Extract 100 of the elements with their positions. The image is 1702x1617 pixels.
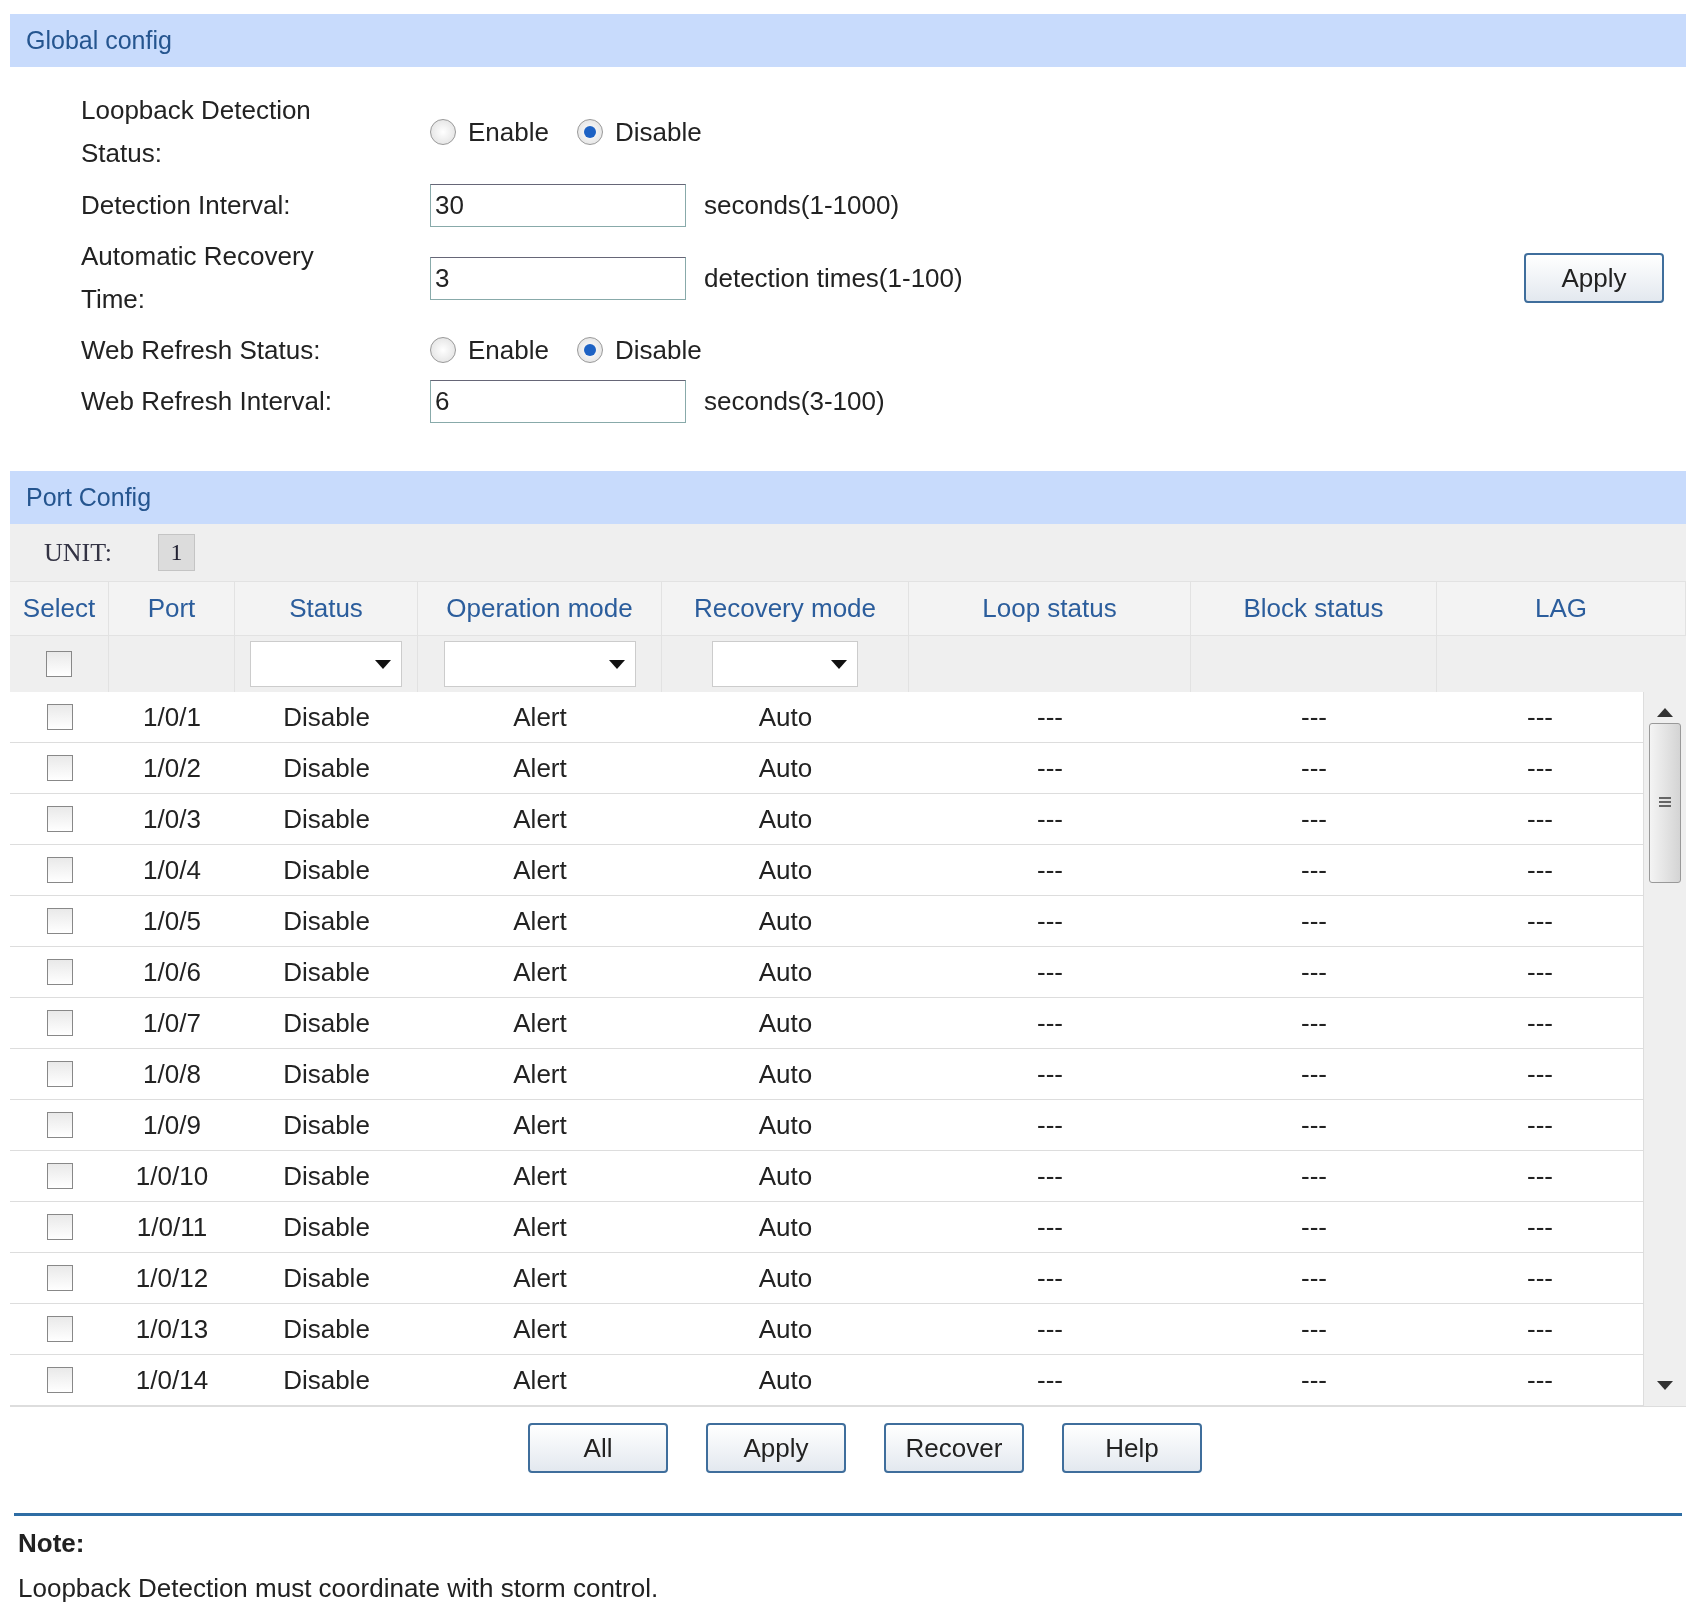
table-cell-text: Alert: [512, 1312, 568, 1346]
caret-icon: [831, 659, 847, 669]
field-label: Loopback Detection Status:: [81, 94, 312, 170]
table-cell-text: Auto: [757, 1363, 814, 1397]
scroll-thumb[interactable]: [1649, 723, 1681, 883]
action-button[interactable]: Recover: [884, 1423, 1024, 1473]
table-cell-text: Auto: [757, 700, 814, 734]
field-hint: seconds(3-100): [704, 385, 886, 417]
table-cell-text: ---: [1526, 1159, 1554, 1193]
table-cell-text: Alert: [512, 1363, 568, 1397]
table-cell-text: ---: [1300, 1210, 1328, 1244]
field-label: Web Refresh Interval:: [81, 384, 333, 418]
table-cell-text: Disable: [282, 700, 371, 734]
table-cell-text: ---: [1526, 1363, 1554, 1397]
table-cell-text: 1/0/3: [142, 802, 202, 836]
table-cell-text: 1/0/2: [142, 751, 202, 785]
table-cell-text: ---: [1300, 904, 1328, 938]
table-cell-text: 1/0/1: [142, 700, 202, 734]
caret-icon: [375, 659, 391, 669]
field-hint: seconds(1-1000): [704, 189, 901, 221]
scroll-up-icon[interactable]: [1657, 708, 1673, 717]
table-cell-text: ---: [1526, 1210, 1554, 1244]
row-checkbox[interactable]: [46, 1061, 73, 1087]
table-cell-text: ---: [1036, 1108, 1064, 1142]
radio-button[interactable]: [576, 119, 603, 145]
table-cell-text: ---: [1036, 853, 1064, 887]
table-cell-text: 1/0/12: [134, 1261, 210, 1295]
action-button[interactable]: All: [528, 1423, 668, 1473]
table-cell-text: Alert: [512, 955, 568, 989]
row-checkbox[interactable]: [46, 704, 73, 730]
field-hint: detection times(1-100): [704, 262, 964, 294]
table-cell-text: 1/0/6: [142, 955, 202, 989]
unit-label: UNIT:: [44, 537, 113, 568]
unit-button[interactable]: 1: [158, 534, 196, 571]
table-cell-text: Auto: [757, 1057, 814, 1091]
table-cell-text: Alert: [512, 802, 568, 836]
table-cell-text: 1/0/7: [142, 1006, 202, 1040]
table-cell-text: Disable: [282, 853, 371, 887]
table-cell-text: ---: [1036, 700, 1064, 734]
select-all-checkbox[interactable]: [46, 651, 72, 677]
table-cell-text: Auto: [757, 751, 814, 785]
table-cell-text: Auto: [757, 1261, 814, 1295]
row-checkbox[interactable]: [46, 1265, 73, 1291]
table-cell-text: ---: [1036, 1159, 1064, 1193]
row-checkbox[interactable]: [46, 755, 73, 781]
table-cell-text: Disable: [282, 1057, 371, 1091]
apply-button[interactable]: Apply: [1524, 253, 1664, 303]
action-button[interactable]: Apply: [706, 1423, 846, 1473]
table-cell-text: Alert: [512, 1057, 568, 1091]
table-cell-text: Alert: [512, 751, 568, 785]
table-cell-text: ---: [1526, 1312, 1554, 1346]
row-checkbox[interactable]: [46, 1367, 73, 1393]
section-title: Global config: [26, 26, 172, 55]
radio-button[interactable]: [430, 119, 456, 145]
table-cell-text: ---: [1526, 1108, 1554, 1142]
row-checkbox[interactable]: [46, 1163, 73, 1189]
field-label: Web Refresh Status:: [81, 333, 322, 367]
table-cell-text: ---: [1300, 1261, 1328, 1295]
row-checkbox[interactable]: [46, 857, 73, 883]
table-cell-text: Disable: [282, 802, 371, 836]
table-cell-text: ---: [1526, 802, 1554, 836]
table-cell-text: Auto: [757, 904, 814, 938]
caret-icon: [608, 659, 625, 669]
table-cell-text: ---: [1526, 955, 1554, 989]
input-field[interactable]: 30: [430, 183, 686, 227]
row-checkbox[interactable]: [46, 908, 73, 934]
scroll-down-icon[interactable]: [1657, 1381, 1673, 1390]
row-checkbox[interactable]: [46, 959, 73, 985]
table-cell-text: Auto: [757, 1159, 814, 1193]
row-checkbox[interactable]: [46, 1112, 73, 1138]
table-cell-text: 1/0/5: [142, 904, 202, 938]
table-cell-text: Auto: [757, 955, 814, 989]
action-button[interactable]: Help: [1062, 1423, 1202, 1473]
table-cell-text: Auto: [757, 1108, 814, 1142]
row-checkbox[interactable]: [46, 1010, 73, 1036]
row-checkbox[interactable]: [46, 806, 73, 832]
scrollbar[interactable]: [1643, 692, 1686, 1406]
table-cell-text: Disable: [282, 1159, 371, 1193]
row-checkbox[interactable]: [46, 1214, 73, 1240]
input-field[interactable]: 6: [430, 379, 686, 423]
table-cell-text: Disable: [282, 955, 371, 989]
table-cell-text: ---: [1526, 853, 1554, 887]
table-cell-text: Alert: [512, 1108, 568, 1142]
table-cell-text: Alert: [512, 1261, 568, 1295]
table-cell-text: Alert: [512, 853, 568, 887]
table-cell-text: Disable: [282, 1363, 371, 1397]
row-checkbox[interactable]: [46, 1316, 73, 1342]
table-cell-text: ---: [1036, 751, 1064, 785]
table-cell-text: Auto: [757, 802, 814, 836]
radio-button[interactable]: [576, 337, 603, 363]
input-field[interactable]: 3: [430, 256, 686, 300]
table-cell-text: ---: [1526, 1006, 1554, 1040]
table-cell-text: ---: [1036, 1312, 1064, 1346]
table-cell-text: ---: [1300, 853, 1328, 887]
table-cell-text: Disable: [282, 1108, 371, 1142]
table-cell-text: 1/0/11: [135, 1210, 209, 1244]
field-label: Automatic Recovery Time:: [81, 240, 315, 316]
radio-button[interactable]: [430, 337, 456, 363]
table-cell-text: Alert: [512, 1210, 568, 1244]
table-cell-text: ---: [1036, 1210, 1064, 1244]
